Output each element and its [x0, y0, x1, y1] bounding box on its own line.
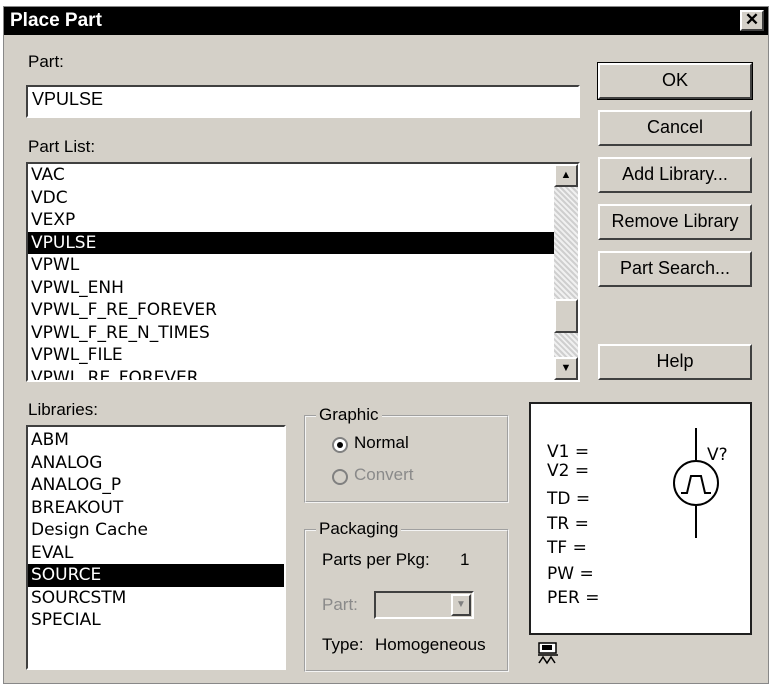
part-list-item[interactable]: VPWL_F_RE_N_TIMES — [28, 322, 554, 345]
graphic-group: Graphic Normal Convert — [304, 405, 509, 503]
parts-per-pkg-label: Parts per Pkg: — [322, 550, 430, 569]
library-item[interactable]: ABM — [28, 429, 284, 452]
title-bar[interactable]: Place Part ✕ — [4, 7, 768, 35]
part-label: Part: — [28, 52, 64, 71]
packaging-group-title: Packaging — [316, 519, 402, 539]
convert-radio[interactable] — [332, 469, 348, 485]
part-list-item[interactable]: VAC — [28, 164, 554, 187]
part-search-button[interactable]: Part Search... — [598, 251, 752, 287]
part-list-item[interactable]: VEXP — [28, 209, 554, 232]
part-list-scrollbar[interactable]: ▲ ▼ — [554, 164, 578, 380]
preview-pin-label: TF = — [547, 538, 587, 558]
part-list-item[interactable]: VPULSE — [28, 231, 554, 254]
remove-library-button[interactable]: Remove Library — [598, 204, 752, 240]
radio-selected-dot — [337, 442, 343, 448]
normal-radio-label[interactable]: Normal — [354, 433, 409, 453]
part-input-value: VPULSE — [32, 89, 104, 109]
chevron-down-icon[interactable]: ▼ — [451, 594, 471, 616]
part-list-item[interactable]: VPWL_F_RE_FOREVER — [28, 299, 554, 322]
scroll-down-button[interactable]: ▼ — [554, 357, 578, 380]
part-list-item[interactable]: VPWL_RE_FOREVER — [28, 367, 554, 381]
part-list-item[interactable]: VPWL_FILE — [28, 344, 554, 367]
place-part-dialog: Place Part ✕ Part: VPULSE Part List: VAC… — [3, 6, 769, 684]
preview-pin-label: PW = — [547, 564, 594, 584]
ok-button[interactable]: OK — [597, 62, 753, 100]
preview-pin-label: PER = — [547, 588, 600, 608]
preview-pin-label: TD = — [547, 489, 591, 509]
preview-pin-label: V1 = — [547, 442, 590, 462]
library-item[interactable]: BREAKOUT — [28, 497, 284, 520]
library-item[interactable]: Design Cache — [28, 519, 284, 542]
library-item[interactable]: SPECIAL — [28, 609, 284, 632]
part-list-items: VAC VDC VEXP VPULSE VPWL VPWL_ENH VPWL_F_RE_FO… — [28, 164, 554, 381]
part-input[interactable]: VPULSE — [26, 85, 580, 118]
convert-radio-label[interactable]: Convert — [354, 465, 414, 485]
packaging-part-label: Part: — [322, 595, 358, 614]
part-list-label: Part List: — [28, 137, 96, 156]
normal-radio[interactable] — [332, 437, 348, 453]
libraries-list-items: ABM ANALOG ANALOG_P BREAKOUT Design Cache EVA… — [28, 429, 284, 632]
library-item[interactable]: EVAL — [28, 542, 284, 565]
library-item[interactable]: ANALOG_P — [28, 474, 284, 497]
part-list-item[interactable]: VPWL — [28, 254, 554, 277]
help-button[interactable]: Help — [598, 344, 752, 380]
packaging-group: Packaging Parts per Pkg: 1 Part: ▼ Type:… — [304, 519, 509, 672]
scroll-down-icon: ▼ — [560, 362, 572, 374]
add-library-button[interactable]: Add Library... — [598, 157, 752, 193]
preview-status-icon — [538, 642, 558, 665]
scroll-up-icon: ▲ — [560, 169, 572, 181]
part-list-item[interactable]: VPWL_ENH — [28, 277, 554, 300]
library-item[interactable]: ANALOG — [28, 452, 284, 475]
preview-ref-label: V? — [707, 445, 728, 465]
close-button[interactable]: ✕ — [740, 10, 764, 31]
type-label: Type: — [322, 635, 364, 654]
library-item[interactable]: SOURCE — [28, 564, 284, 587]
preview-pin-label: V2 = — [547, 461, 590, 481]
preview-pin-label: TR = — [547, 514, 589, 534]
packaging-part-select[interactable]: ▼ — [374, 591, 474, 619]
window-title: Place Part — [10, 10, 102, 31]
part-list[interactable]: VAC VDC VEXP VPULSE VPWL VPWL_ENH VPWL_F_RE_FO… — [26, 162, 580, 382]
close-icon: ✕ — [744, 10, 760, 29]
type-value: Homogeneous — [375, 635, 486, 654]
part-preview: V1 = V2 = TD = TR = TF = PW = PER = V? — [529, 402, 752, 635]
part-list-item[interactable]: VDC — [28, 187, 554, 210]
scroll-up-button[interactable]: ▲ — [554, 164, 578, 187]
scroll-thumb[interactable] — [554, 298, 578, 333]
libraries-list[interactable]: ABM ANALOG ANALOG_P BREAKOUT Design Cache EVA… — [26, 425, 286, 670]
graphic-group-title: Graphic — [316, 405, 382, 425]
libraries-label: Libraries: — [28, 400, 98, 419]
cancel-button[interactable]: Cancel — [598, 110, 752, 146]
library-item[interactable]: SOURCSTM — [28, 587, 284, 610]
parts-per-pkg-value: 1 — [460, 550, 470, 569]
